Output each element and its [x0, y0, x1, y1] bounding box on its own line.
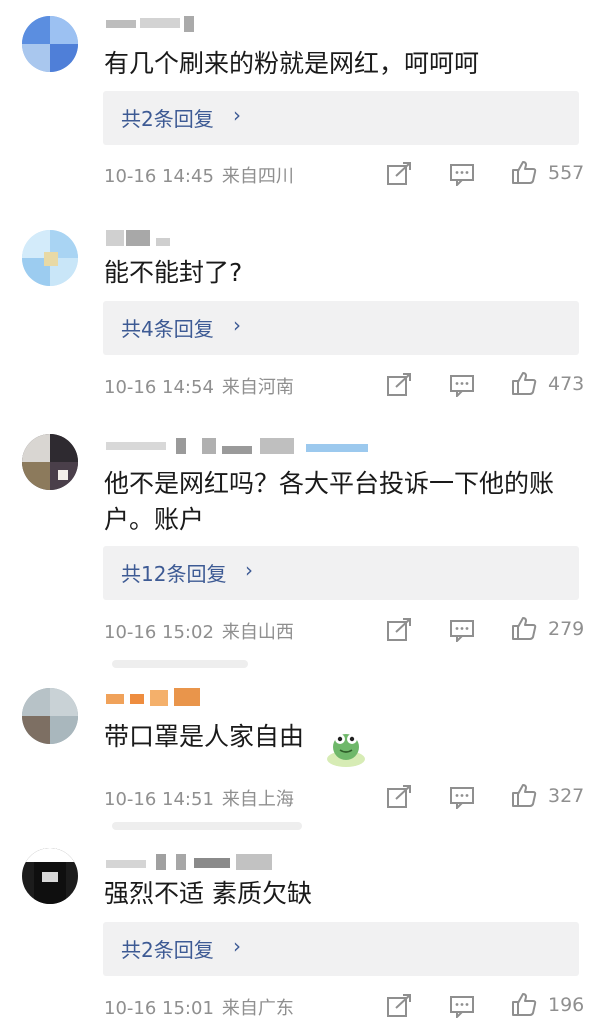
reply-thread-box[interactable]: 共2条回复 › — [103, 922, 579, 976]
username-masked[interactable] — [106, 854, 276, 872]
timestamp: 10-16 15:01 — [104, 998, 214, 1019]
chevron-right-icon: › — [233, 934, 241, 958]
avatar[interactable] — [22, 848, 78, 904]
comment-icon[interactable] — [449, 994, 475, 1018]
comment-meta: 10-16 15:01 来自广东 — [104, 994, 294, 1020]
like-count: 196 — [548, 994, 585, 1016]
view-replies-link[interactable]: 共2条回复 — [121, 934, 214, 963]
repost-icon[interactable] — [386, 994, 412, 1018]
thumbs-up-icon[interactable] — [511, 992, 537, 1016]
location: 来自广东 — [221, 998, 294, 1019]
comment-text: 强烈不适 素质欠缺 — [104, 879, 312, 908]
comment-item: 强烈不适 素质欠缺 共2条回复 › 10-16 15:01 来自广东 196 — [0, 0, 600, 1033]
